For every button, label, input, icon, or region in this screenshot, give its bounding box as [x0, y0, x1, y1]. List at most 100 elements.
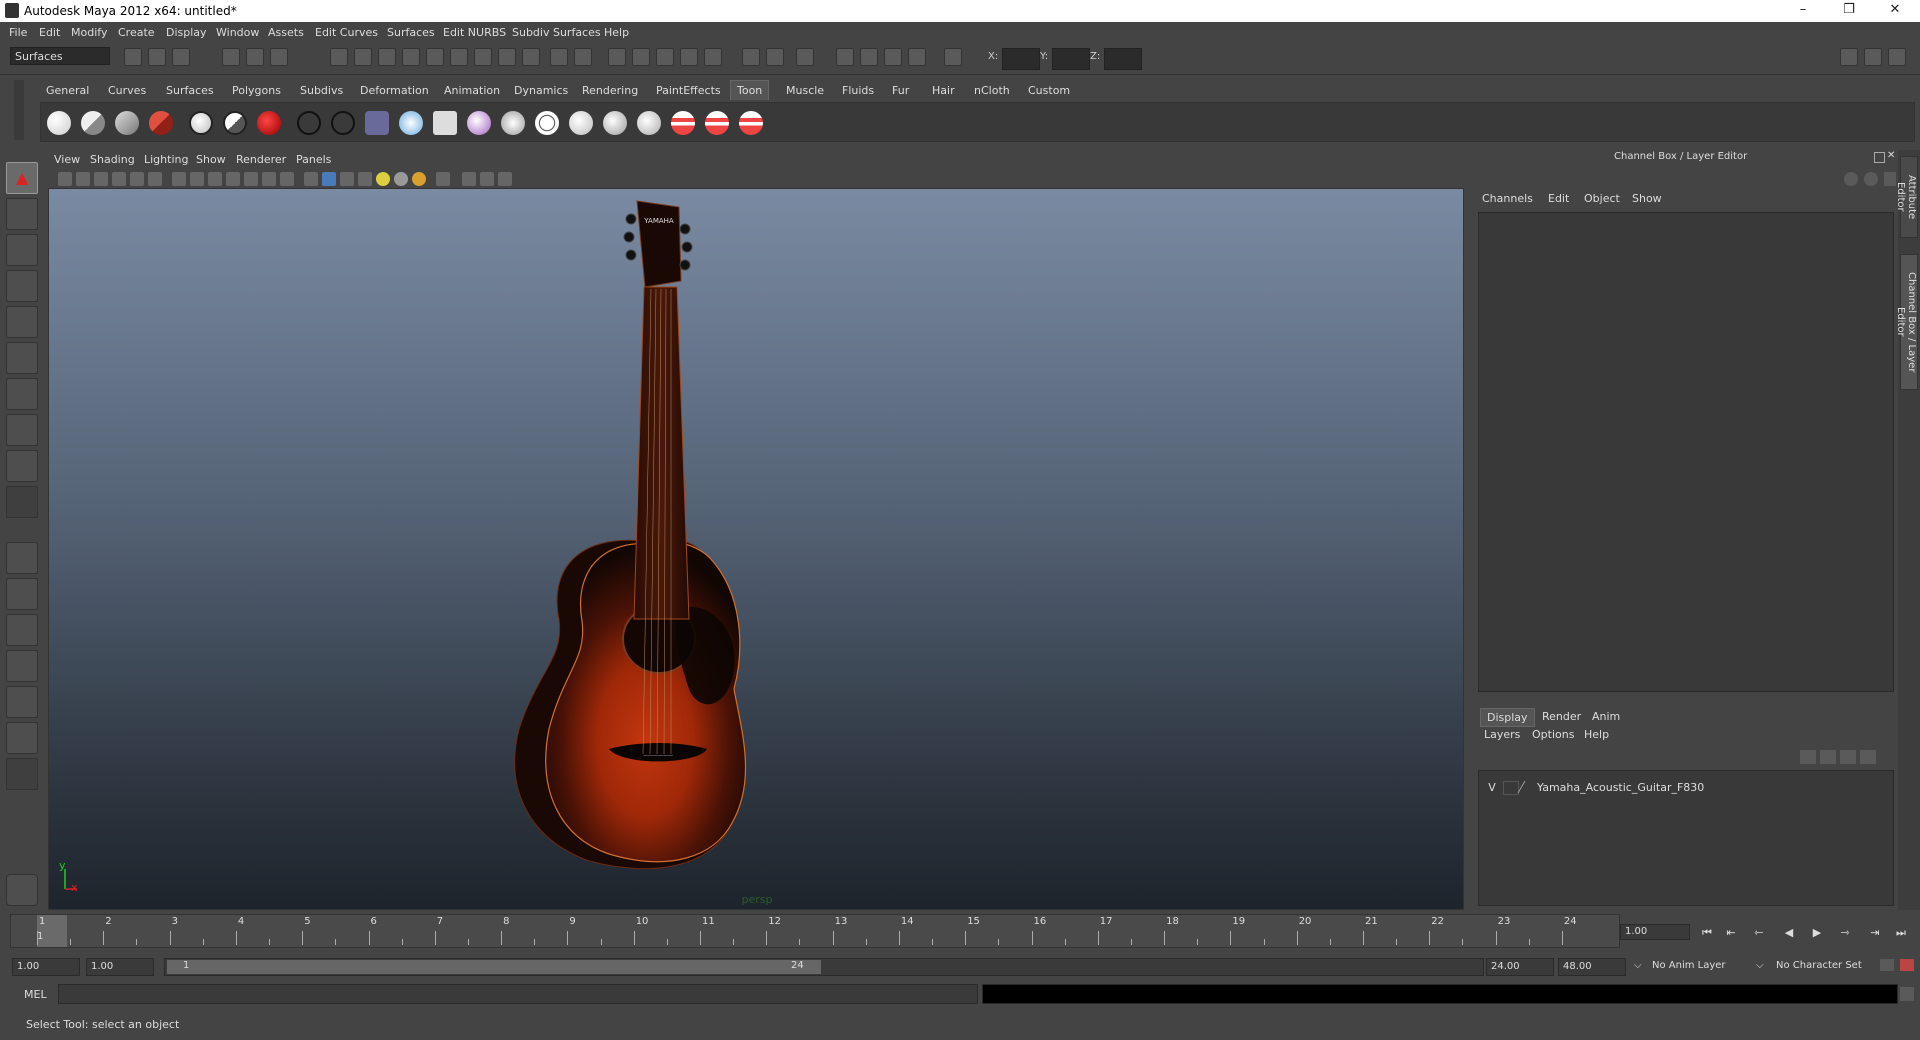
step-forward-key-button[interactable]: ⇥: [1866, 924, 1884, 942]
toon-outline-icon[interactable]: [297, 111, 321, 135]
close-panel-icon[interactable]: ✕: [1887, 150, 1895, 161]
edit-menu[interactable]: Edit: [1548, 192, 1569, 205]
go-to-start-button[interactable]: ⏮: [1698, 924, 1716, 942]
field-chart-icon[interactable]: [244, 172, 258, 186]
snap-point-icon[interactable]: [656, 48, 674, 66]
shelf-tab-animation[interactable]: Animation: [440, 84, 504, 97]
toon-fill-dark-edge-icon[interactable]: [223, 111, 247, 135]
shadows-icon[interactable]: [394, 172, 408, 186]
select-dynamics-icon[interactable]: [450, 48, 468, 66]
outliner-persp-layout-icon[interactable]: [6, 614, 38, 646]
xray-components-icon[interactable]: [498, 172, 512, 186]
menu-create[interactable]: Create: [118, 26, 155, 39]
script-editor-icon[interactable]: [1900, 987, 1914, 1001]
panel-menu-panels[interactable]: Panels: [296, 153, 331, 166]
layer-tab-display[interactable]: Display: [1480, 708, 1535, 727]
time-slider[interactable]: 1 1 2 3 4 5 6 7 8 9 10 11 12 13 14 15 16 17 18 19 20 21 22 23 2…: [10, 914, 1620, 948]
show-menu[interactable]: Show: [1632, 192, 1662, 205]
menu-surfaces[interactable]: Surfaces: [387, 26, 435, 39]
new-layer-from-selected-icon[interactable]: [1860, 750, 1876, 764]
character-set-dropdown[interactable]: No Character Set: [1776, 960, 1862, 971]
rotate-tool-icon[interactable]: [6, 306, 38, 338]
last-tool-icon[interactable]: [6, 450, 38, 482]
move-layer-up-icon[interactable]: [1800, 750, 1816, 764]
menu-modify[interactable]: Modify: [71, 26, 107, 39]
animation-start-field[interactable]: 1.00: [12, 958, 80, 976]
animation-preferences-icon[interactable]: [1900, 959, 1914, 971]
panel-menu-shading[interactable]: Shading: [90, 153, 135, 166]
snap-curve-icon[interactable]: [632, 48, 650, 66]
minimize-button[interactable]: –: [1780, 0, 1826, 22]
attribute-editor-side-tab[interactable]: Attribute Editor: [1895, 156, 1918, 238]
toggle-tool-settings-icon[interactable]: [1864, 48, 1882, 66]
wireframe-on-shaded-icon[interactable]: [340, 172, 354, 186]
isolate-select-icon[interactable]: [436, 172, 450, 186]
four-view-layout-icon[interactable]: [6, 578, 38, 610]
anim-layer-dropdown-arrow[interactable]: ⌵: [1634, 960, 1642, 971]
animation-end-field[interactable]: 48.00: [1558, 958, 1626, 976]
step-back-frame-button[interactable]: ⇽: [1750, 924, 1768, 942]
menu-edit-curves[interactable]: Edit Curves: [315, 26, 378, 39]
scale-tool-icon[interactable]: [6, 342, 38, 374]
history-output-icon[interactable]: [766, 48, 784, 66]
layer-visibility-toggle[interactable]: V: [1485, 781, 1499, 794]
select-component-icon[interactable]: [270, 48, 288, 66]
command-language-label[interactable]: MEL: [24, 988, 47, 1001]
char-set-dropdown-arrow[interactable]: ⌵: [1756, 960, 1764, 971]
select-surfaces-icon[interactable]: [402, 48, 420, 66]
single-perspective-layout-icon[interactable]: [6, 542, 38, 574]
shelf-tab-subdivs[interactable]: Subdivs: [296, 84, 347, 97]
grid-toggle-icon[interactable]: [172, 172, 186, 186]
soft-mod-tool-icon[interactable]: [6, 414, 38, 446]
shelf-tab-polygons[interactable]: Polygons: [228, 84, 285, 97]
camera-attributes-icon[interactable]: [76, 172, 90, 186]
y-field[interactable]: [1052, 48, 1090, 70]
close-button[interactable]: ✕: [1872, 0, 1918, 22]
range-slider-handle[interactable]: 1 24: [167, 960, 821, 974]
toon-fill-red-sphere-icon[interactable]: [257, 111, 281, 135]
bookmarks-icon[interactable]: [94, 172, 108, 186]
graph-editor-layout-icon[interactable]: [6, 650, 38, 682]
select-curves-icon[interactable]: [378, 48, 396, 66]
menu-edit-nurbs[interactable]: Edit NURBS: [443, 26, 506, 39]
2d-pan-zoom-icon[interactable]: [130, 172, 144, 186]
shelf-tab-muscle[interactable]: Muscle: [782, 84, 828, 97]
shelf-tab-fluids[interactable]: Fluids: [838, 84, 878, 97]
layer-tab-anim[interactable]: Anim: [1586, 708, 1626, 725]
shelf-tab-surfaces[interactable]: Surfaces: [162, 84, 218, 97]
move-tool-icon[interactable]: [6, 270, 38, 302]
select-misc-icon[interactable]: [498, 48, 516, 66]
snap-view-plane-icon[interactable]: [680, 48, 698, 66]
history-input-icon[interactable]: [742, 48, 760, 66]
menu-help[interactable]: Help: [604, 26, 629, 39]
toolbox-collapse-handle[interactable]: [6, 758, 38, 790]
channels-menu[interactable]: Channels: [1482, 192, 1533, 205]
quick-help-icon[interactable]: [6, 874, 38, 906]
toon-line-modifier-icon[interactable]: [569, 111, 593, 135]
x-field[interactable]: [1002, 48, 1040, 70]
playback-end-field[interactable]: 24.00: [1486, 958, 1554, 976]
channel-box-area[interactable]: [1478, 212, 1894, 692]
toggle-attribute-editor-icon[interactable]: [1840, 48, 1858, 66]
range-slider-track[interactable]: 1 24: [164, 958, 1484, 976]
menu-assets[interactable]: Assets: [268, 26, 304, 39]
snap-grid-icon[interactable]: [608, 48, 626, 66]
dope-sheet-layout-icon[interactable]: [6, 722, 38, 754]
layers-menu[interactable]: Layers: [1484, 728, 1520, 741]
toon-width-icon[interactable]: [603, 111, 627, 135]
make-live-icon[interactable]: [704, 48, 722, 66]
layer-tab-render[interactable]: Render: [1536, 708, 1587, 725]
construction-history-icon[interactable]: [796, 48, 814, 66]
toon-dots-icon[interactable]: [535, 111, 559, 135]
shelf-handle[interactable]: [14, 80, 24, 140]
select-joints-icon[interactable]: [354, 48, 372, 66]
film-gate-icon[interactable]: [190, 172, 204, 186]
toggle-channel-box-icon[interactable]: [1888, 48, 1906, 66]
maximize-button[interactable]: ❐: [1826, 0, 1872, 22]
shelf-tab-painteffects[interactable]: PaintEffects: [652, 84, 725, 97]
anim-layer-dropdown[interactable]: No Anim Layer: [1652, 960, 1726, 971]
smooth-shade-icon[interactable]: [322, 172, 336, 186]
menu-file[interactable]: File: [9, 26, 27, 39]
menu-window[interactable]: Window: [216, 26, 259, 39]
panel-menu-lighting[interactable]: Lighting: [144, 153, 188, 166]
